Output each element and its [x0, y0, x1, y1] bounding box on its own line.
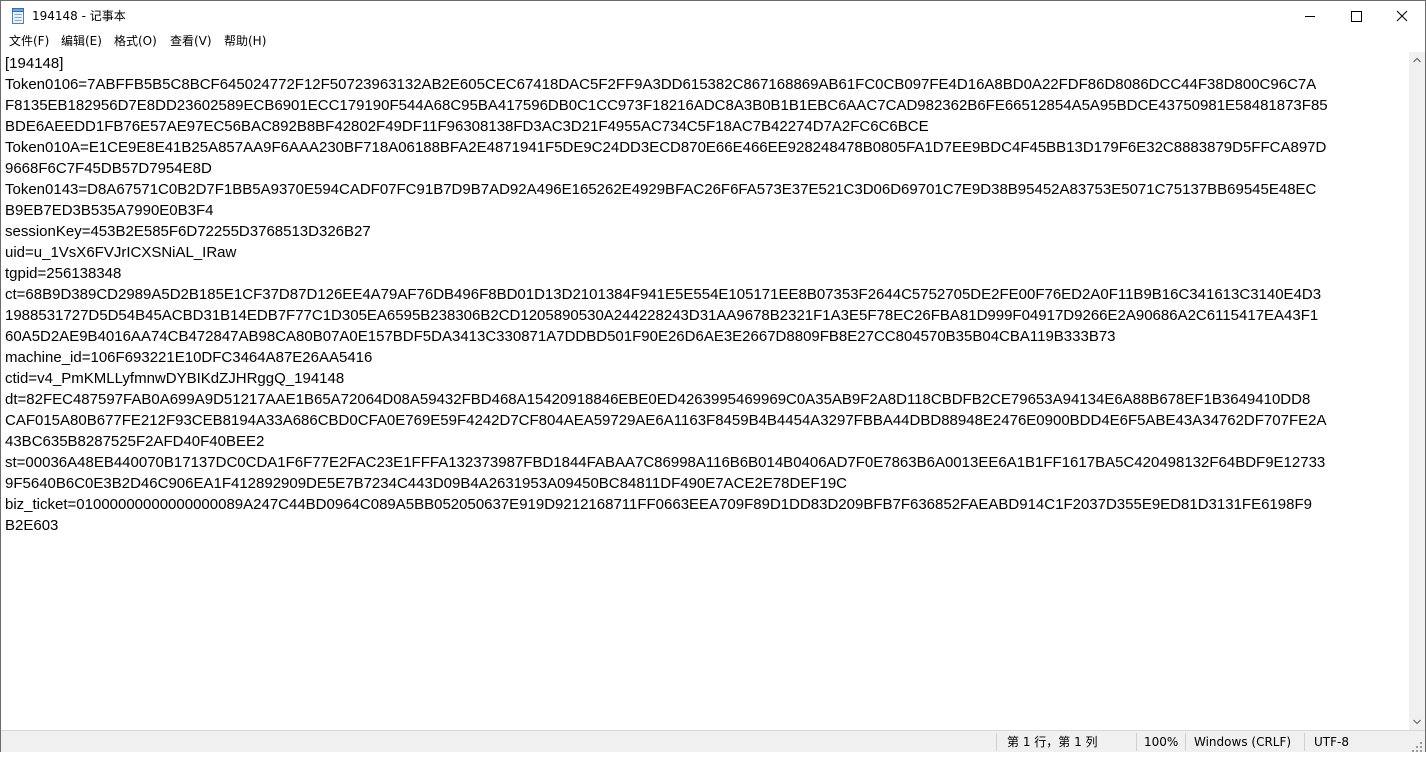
menu-help[interactable]: 帮助(H) — [224, 34, 266, 49]
menu-edit[interactable]: 编辑(E) — [61, 34, 102, 49]
cursor-position: 第 1 行，第 1 列 — [1007, 735, 1098, 749]
notepad-icon — [11, 8, 25, 24]
text-editor-area[interactable]: [194148] Token0106=7ABFFB5B5C8BCF64502477… — [2, 52, 1409, 730]
status-divider — [1185, 733, 1186, 751]
close-icon — [1396, 10, 1408, 22]
scroll-down-arrow-icon[interactable] — [1409, 714, 1425, 730]
text-line: uid=u_1VsX6FVJrICXSNiAL_IRaw — [5, 244, 237, 261]
text-line: Token0143=D8A67571C0B2D7F1BB5A9370E594CA… — [5, 181, 1317, 198]
text-line: ctid=v4_PmKMLLyfmnwDYBIKdZJHRggQ_194148 — [5, 370, 345, 387]
text-line: dt=82FEC487597FAB0A699A9D51217AAE1B65A72… — [5, 391, 1311, 408]
text-line: sessionKey=453B2E585F6D72255D3768513D326… — [5, 223, 371, 240]
notepad-window: 194148 - 记事本 文件(F) 编辑(E) 格式(O) 查看(V) 帮助(… — [0, 0, 1426, 752]
text-line: Token010A=E1CE9E8E41B25A857AA9F6AAA230BF… — [5, 139, 1327, 156]
maximize-button[interactable] — [1333, 1, 1379, 31]
text-line: 1988531727D5D54B45ACBD31B14EDB7F77C1D305… — [5, 307, 1319, 324]
vertical-scrollbar[interactable] — [1409, 52, 1425, 730]
line-ending: Windows (CRLF) — [1194, 735, 1292, 749]
text-line: BDE6AEEDD1FB76E57AE97EC56BAC892B8BF42802… — [5, 118, 929, 135]
minimize-icon — [1305, 16, 1315, 17]
status-divider — [1136, 733, 1137, 751]
text-line: 9668F6C7F45DB57D7954E8D — [5, 160, 212, 177]
window-title: 194148 - 记事本 — [32, 9, 126, 23]
text-line: [194148] — [5, 55, 64, 72]
zoom-level: 100% — [1144, 735, 1179, 749]
text-line: ct=68B9D389CD2989A5D2B185E1CF37D87D126EE… — [5, 286, 1322, 303]
text-line: Token0106=7ABFFB5B5C8BCF645024772F12F507… — [5, 76, 1317, 93]
resize-grip-icon[interactable] — [1411, 738, 1423, 752]
text-line: tgpid=256138348 — [5, 265, 122, 282]
close-button[interactable] — [1379, 1, 1425, 31]
menu-file[interactable]: 文件(F) — [9, 34, 49, 49]
maximize-icon — [1351, 11, 1362, 22]
menu-bar: 文件(F) 编辑(E) 格式(O) 查看(V) 帮助(H) — [1, 31, 1425, 52]
text-line: 9F5640B6C0E3B2D46C906EA1F412892909DE5E7B… — [5, 475, 847, 492]
text-line: 43BC635B8287525F2AFD40F40BEE2 — [5, 433, 265, 450]
text-line: B9EB7ED3B535A7990E0B3F4 — [5, 202, 214, 219]
text-line: machine_id=106F693221E10DFC3464A87E26AA5… — [5, 349, 373, 366]
text-line: F8135EB182956D7E8DD23602589ECB6901ECC179… — [5, 97, 1328, 114]
text-line: biz_ticket=01000000000000000089A247C44BD… — [5, 496, 1312, 513]
encoding: UTF-8 — [1314, 735, 1349, 749]
title-bar[interactable]: 194148 - 记事本 — [1, 1, 1425, 31]
status-bar: 第 1 行，第 1 列 100% Windows (CRLF) UTF-8 — [1, 730, 1425, 752]
minimize-button[interactable] — [1287, 1, 1333, 31]
text-line: CAF015A80B677FE212F93CEB8194A33A686CBD0C… — [5, 412, 1327, 429]
text-line: st=00036A48EB440070B17137DC0CDA1F6F77E2F… — [5, 454, 1326, 471]
status-divider — [996, 733, 997, 751]
text-line: B2E603 — [5, 517, 59, 534]
menu-view[interactable]: 查看(V) — [170, 34, 212, 49]
status-divider — [1304, 733, 1305, 751]
text-line: 60A5D2AE9B4016AA74CB472847AB98CA80B07A0E… — [5, 328, 1116, 345]
menu-format[interactable]: 格式(O) — [114, 34, 157, 49]
scroll-track[interactable] — [1409, 70, 1425, 710]
scroll-up-arrow-icon[interactable] — [1409, 52, 1425, 68]
